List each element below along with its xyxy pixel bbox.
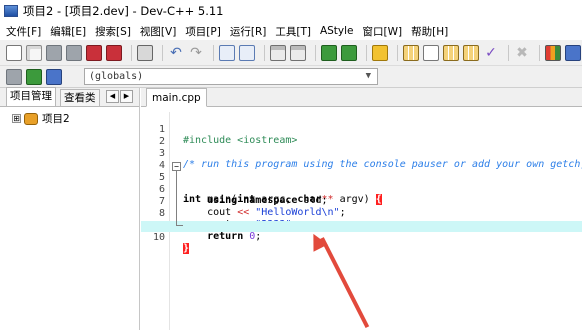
code-line: 3 /* run this program using the console … — [141, 137, 582, 170]
code-line: 2 — [141, 125, 582, 147]
toolbar-separator — [397, 44, 398, 61]
menu-file[interactable]: 文件[F] — [6, 24, 41, 39]
open-file-icon[interactable] — [26, 44, 42, 61]
project-panel-tabs: 项目管理 查看类 ◀ ▶ — [0, 87, 139, 107]
toolbar-separator — [264, 44, 265, 61]
redo-icon[interactable]: ↷ — [188, 45, 204, 61]
new-file-icon[interactable] — [6, 44, 22, 61]
insert-icon[interactable] — [6, 68, 22, 85]
menu-window[interactable]: 窗口[W] — [363, 24, 403, 39]
undo-icon[interactable]: ↶ — [168, 45, 184, 61]
toolbar-separator — [162, 44, 163, 61]
indent-icon[interactable] — [270, 44, 286, 61]
replace-icon[interactable] — [239, 44, 255, 61]
save-icon[interactable] — [46, 44, 62, 61]
toolbar-separator — [508, 44, 509, 61]
menu-search[interactable]: 搜索[S] — [95, 24, 131, 39]
chevron-right-icon[interactable]: ▶ — [120, 90, 133, 103]
menu-run[interactable]: 运行[R] — [230, 24, 267, 39]
toolbar-separator — [366, 44, 367, 61]
toolbar-separator — [213, 44, 214, 61]
debug-icon[interactable] — [565, 44, 581, 61]
line-text: return 0; — [207, 231, 262, 242]
menu-project[interactable]: 项目[P] — [185, 24, 221, 39]
expand-icon[interactable]: ⊞ — [12, 114, 21, 123]
toolbar-separator — [315, 44, 316, 61]
code-line-current: 10 } — [141, 221, 582, 254]
app-icon — [4, 5, 18, 17]
print-icon[interactable] — [137, 44, 153, 61]
code-line: 8 cout << "2333"; — [141, 197, 582, 230]
secondary-toolbar: (globals) ▼ — [0, 66, 582, 88]
toolbar-separator — [539, 44, 540, 61]
line-number: 10 — [152, 232, 165, 243]
editor-tabs: main.cpp — [141, 88, 582, 107]
stop-icon[interactable]: ✖ — [514, 45, 530, 61]
goto-line-icon[interactable] — [321, 44, 337, 61]
project-name: 项目2 — [42, 113, 70, 125]
code-line: 6 using namespace std; — [141, 173, 582, 206]
main-toolbar: ↶ ↷ ✓ ✖ — [0, 40, 582, 66]
menu-bar: 文件[F] 编辑[E] 搜索[S] 视图[V] 项目[P] 运行[R] 工具[T… — [0, 22, 582, 40]
project-panel: 项目管理 查看类 ◀ ▶ ⊞ 项目2 — [0, 87, 140, 330]
compile-icon[interactable] — [403, 44, 419, 61]
fold-guide — [176, 171, 177, 225]
new-project-icon[interactable] — [372, 44, 388, 61]
goto-bookmark-icon[interactable] — [46, 68, 62, 85]
line-text: } — [183, 243, 190, 254]
profile-icon[interactable] — [545, 44, 561, 61]
chevron-down-icon: ▼ — [365, 71, 371, 81]
code-line: 5 − int main(int argc, char** argv) { — [141, 161, 582, 205]
bookmark-icon[interactable] — [341, 44, 357, 61]
chevron-left-icon[interactable]: ◀ — [106, 90, 119, 103]
window-title: 项目2 - [项目2.dev] - Dev-C++ 5.11 — [23, 4, 224, 18]
code-line: 9 return 0; — [141, 209, 582, 242]
close-all-icon[interactable] — [106, 44, 122, 61]
tab-scroll-arrows: ◀ ▶ — [105, 90, 133, 103]
unindent-icon[interactable] — [290, 44, 306, 61]
fold-guide-end — [176, 225, 183, 226]
rebuild-icon[interactable] — [463, 44, 479, 61]
project-tree-item[interactable]: ⊞ 项目2 — [0, 107, 139, 126]
scope-dropdown-value: (globals) — [89, 71, 144, 82]
save-all-icon[interactable] — [66, 44, 82, 61]
close-file-icon[interactable] — [86, 44, 102, 61]
menu-edit[interactable]: 编辑[E] — [50, 24, 86, 39]
compile-run-icon[interactable] — [443, 44, 459, 61]
menu-astyle[interactable]: AStyle — [320, 25, 354, 37]
code-line: 1 #include <iostream> — [141, 113, 582, 146]
menu-view[interactable]: 视图[V] — [140, 24, 176, 39]
tab-main-cpp[interactable]: main.cpp — [146, 88, 207, 107]
tab-project-manager[interactable]: 项目管理 — [6, 87, 56, 106]
title-bar: 项目2 - [项目2.dev] - Dev-C++ 5.11 — [0, 0, 582, 22]
matched-brace: } — [183, 243, 190, 254]
find-icon[interactable] — [219, 44, 235, 61]
tab-class-browser[interactable]: 查看类 — [60, 89, 100, 106]
run-icon[interactable] — [423, 44, 439, 61]
toggle-bookmark-icon[interactable] — [26, 68, 42, 85]
syntax-check-icon[interactable]: ✓ — [483, 45, 499, 61]
scope-dropdown[interactable]: (globals) ▼ — [84, 68, 378, 85]
toolbar-separator — [131, 44, 132, 61]
code-line: 7 cout << "HelloWorld\n"; — [141, 185, 582, 218]
menu-tools[interactable]: 工具[T] — [275, 24, 311, 39]
fold-collapse-icon[interactable]: − — [172, 162, 181, 171]
project-icon — [24, 112, 38, 125]
code-line: 4 — [141, 149, 582, 171]
code-area[interactable]: 1 #include <iostream> 2 3 /* run this pr… — [141, 112, 582, 330]
code-editor: main.cpp 1 #include <iostream> 2 3 /* ru… — [141, 88, 582, 330]
menu-help[interactable]: 帮助[H] — [411, 24, 448, 39]
